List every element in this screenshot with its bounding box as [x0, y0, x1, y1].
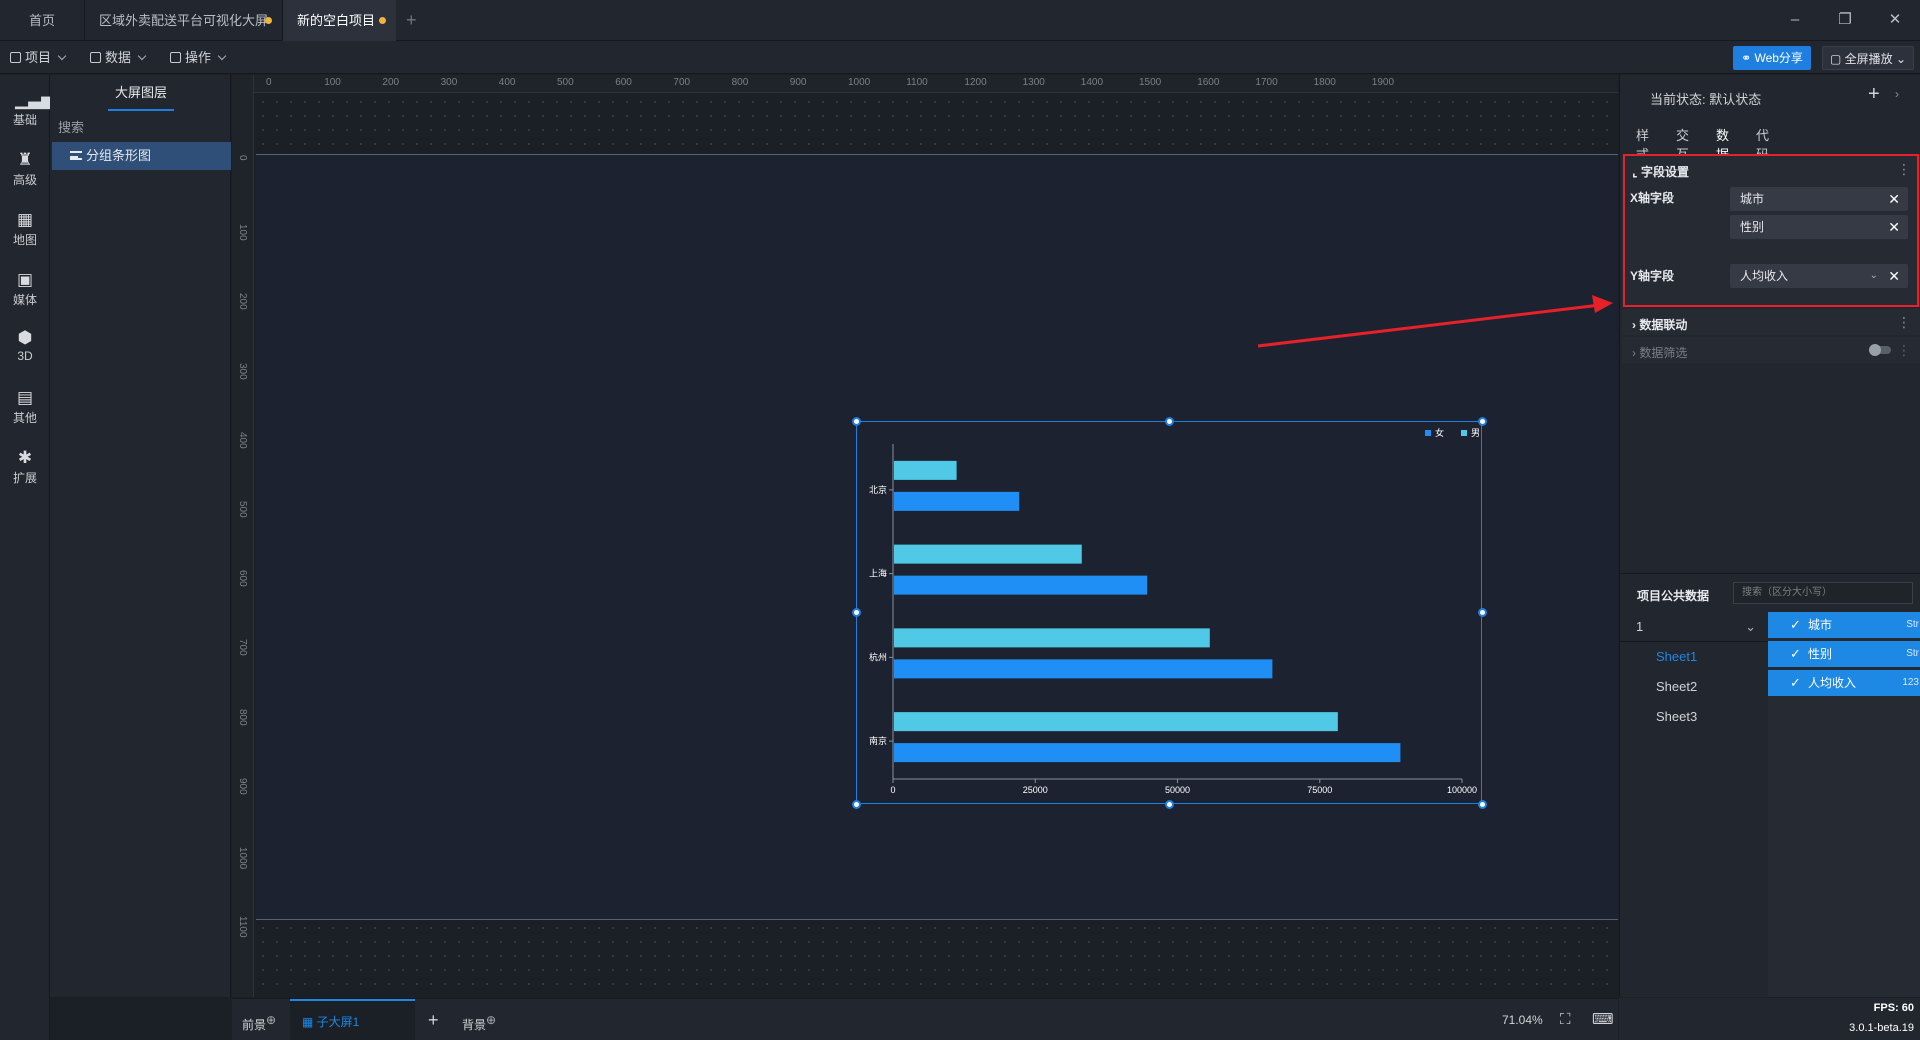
version-label: 3.0.1-beta.19 — [1849, 1022, 1914, 1034]
column-label: 城市 — [1808, 618, 1833, 632]
column-label: 性别 — [1808, 647, 1833, 661]
zoom-level[interactable]: 71.04% — [1502, 999, 1543, 1040]
data-filter-section: › 数据筛选 ⋮ — [1622, 337, 1920, 363]
fit-screen-icon[interactable]: ⛶ — [1560, 999, 1571, 1040]
status-area: FPS: 60 3.0.1-beta.19 — [1619, 998, 1920, 1040]
current-state: 当前状态: 默认状态 — [1650, 89, 1761, 108]
add-screen-button[interactable]: + — [428, 999, 439, 1040]
more-options-icon[interactable]: ⋮ — [1897, 314, 1911, 331]
data-filter-toggle[interactable] — [1869, 344, 1891, 356]
section-label: 数据筛选 — [1639, 346, 1688, 360]
check-icon: ✓ — [1790, 646, 1801, 661]
state-label: 当前状态: — [1650, 92, 1706, 107]
fps-counter: FPS: 60 — [1873, 1002, 1914, 1014]
data-filter-title[interactable]: › 数据筛选 — [1632, 344, 1687, 361]
screen-icon: ▦ — [302, 1015, 317, 1029]
public-data-title: 项目公共数据 — [1637, 589, 1710, 603]
add-state-button[interactable]: + — [1868, 83, 1880, 106]
divider — [1620, 573, 1920, 574]
dataset-value: 1 — [1636, 619, 1644, 634]
bottom-bar: 前景⊕ ▦ 子大屏1 + 背景⊕ 71.04% ⛶ ⌨ — [232, 998, 1618, 1040]
sheet-item-3[interactable]: Sheet3 — [1620, 702, 1768, 732]
add-circle-icon[interactable]: ⊕ — [486, 1013, 496, 1027]
column-type: Str — [1906, 619, 1919, 630]
add-circle-icon[interactable]: ⊕ — [266, 1013, 276, 1027]
check-icon: ✓ — [1790, 675, 1801, 690]
data-linkage-section: › 数据联动 ⋮ — [1622, 309, 1920, 335]
column-label: 人均收入 — [1808, 676, 1857, 690]
sub-screen-label: 子大屏1 — [316, 1015, 360, 1029]
sheet-item-2[interactable]: Sheet2 — [1620, 672, 1768, 702]
column-item-gender[interactable]: ✓ 性别 Str — [1768, 641, 1920, 667]
check-icon: ✓ — [1790, 617, 1801, 632]
column-type: Str — [1906, 648, 1919, 659]
chevron-right-icon[interactable]: › — [1895, 87, 1899, 101]
sheet-item-1[interactable]: Sheet1 — [1620, 642, 1768, 672]
column-item-city[interactable]: ✓ 城市 Str — [1768, 612, 1920, 638]
data-linkage-title[interactable]: › 数据联动 — [1632, 316, 1687, 333]
keyboard-icon[interactable]: ⌨ — [1592, 999, 1614, 1040]
background-tab[interactable]: 背景⊕ — [462, 999, 496, 1040]
more-options-icon[interactable]: ⋮ — [1897, 342, 1911, 359]
highlight-box — [1623, 154, 1919, 307]
background-label: 背景 — [462, 1018, 487, 1032]
column-list: ✓ 城市 Str ✓ 性别 Str ✓ 人均收入 123 — [1768, 612, 1920, 997]
sub-screen-tab[interactable]: ▦ 子大屏1 — [290, 999, 415, 1040]
column-type: 123 — [1902, 677, 1919, 688]
foreground-tab[interactable]: 前景⊕ — [242, 999, 276, 1040]
column-item-income[interactable]: ✓ 人均收入 123 — [1768, 670, 1920, 696]
state-value: 默认状态 — [1709, 92, 1762, 107]
section-label: 数据联动 — [1639, 318, 1688, 332]
chevron-down-icon: ⌄ — [1745, 619, 1756, 634]
foreground-label: 前景 — [242, 1018, 267, 1032]
public-data-search-input[interactable]: 搜索（区分大小写） — [1733, 582, 1913, 604]
sheet-list: 1 ⌄ Sheet1 Sheet2 Sheet3 — [1620, 612, 1768, 997]
dataset-selector[interactable]: 1 ⌄ — [1620, 612, 1768, 642]
